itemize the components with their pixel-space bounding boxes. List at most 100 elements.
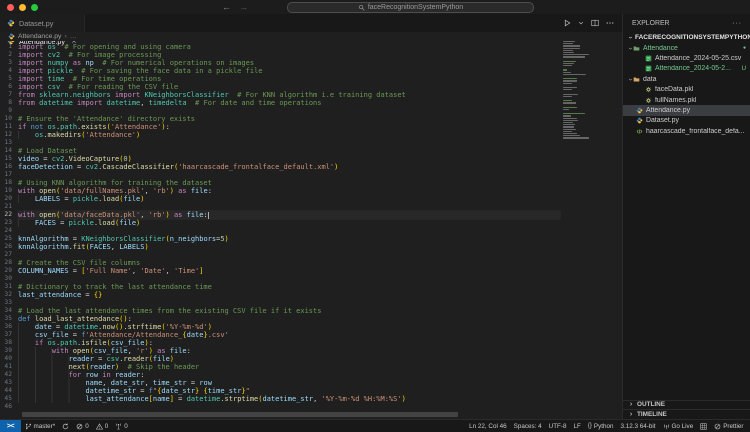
tree-item-attendance-2024-05-2[interactable]: Attendance_2024-05-2...U (623, 64, 750, 74)
go-live-button[interactable]: Go Live (659, 420, 697, 432)
split-editor-button[interactable] (591, 19, 599, 27)
horizontal-scrollbar[interactable] (22, 412, 458, 417)
code-line-40: 40 reader = csv.reader(file) (0, 355, 560, 363)
prettier-status[interactable]: Prettier (711, 420, 747, 432)
root-folder-label: FACERECOGNITIONSYSTEMPYTHON (635, 34, 750, 41)
remote-indicator[interactable]: >< (0, 420, 21, 432)
tab-bar: Dataset.pyAttendance.py (0, 14, 622, 32)
explorer-more-actions-button[interactable]: ··· (732, 20, 742, 27)
branch-icon (25, 423, 32, 430)
code-line-32: 32last_attendance = {} (0, 291, 560, 299)
section-timeline[interactable]: ›TIMELINE (623, 409, 750, 419)
python-interpreter[interactable]: 3.12.3 64-bit (617, 420, 659, 432)
close-window-button[interactable] (7, 4, 14, 11)
tree-item-haarcascade-frontalface-defa[interactable]: haarcascade_frontalface_defa... (623, 126, 750, 136)
line-number: 19 (0, 187, 18, 195)
eol-status[interactable]: LF (570, 420, 584, 432)
python-file-icon (8, 33, 15, 40)
code-line-9: 9 (0, 107, 560, 115)
forward-arrow-icon[interactable]: → (239, 2, 248, 12)
minimap-line (563, 80, 577, 81)
line-number: 6 (0, 83, 18, 91)
line-number: 34 (0, 307, 18, 315)
line-number: 9 (0, 107, 18, 115)
line-number: 20 (0, 195, 18, 203)
line-number: 29 (0, 267, 18, 275)
command-center-label: faceRecognitionSystemPython (368, 4, 463, 11)
status-label: 0 (105, 423, 109, 430)
sync-changes-button[interactable] (59, 420, 73, 432)
line-number: 13 (0, 139, 18, 147)
code-line-22: 22with open('data/faceData.pkl', 'rb') a… (0, 211, 560, 219)
tab-dataset-py[interactable]: Dataset.py (0, 14, 85, 32)
line-number: 15 (0, 155, 18, 163)
breadcrumb-file[interactable]: Attendance.py (18, 33, 61, 40)
chevron-down-icon: › (627, 35, 634, 41)
tree-item-data[interactable]: ›data (623, 74, 750, 84)
line-number: 46 (0, 403, 18, 411)
line-number: 16 (0, 163, 18, 171)
editor-more-actions-button[interactable] (606, 19, 614, 27)
code-line-4: 4import pickle # For saving the face dat… (0, 67, 560, 75)
minimap-line (563, 124, 575, 125)
code-line-25: 25knnAlgorithm = KNeighborsClassifier(n_… (0, 235, 560, 243)
modified-dot-badge: ● (743, 45, 746, 51)
cursor-position[interactable]: Ln 22, Col 46 (466, 420, 510, 432)
minimap-line (563, 89, 572, 90)
code-line-45: 45 last_attendance[name] = datetime.strp… (0, 395, 560, 403)
tree-item-facedata-pkl[interactable]: faceData.pkl (623, 85, 750, 95)
command-center-search[interactable]: faceRecognitionSystemPython (287, 2, 534, 13)
tree-item-attendance-py[interactable]: Attendance.py (623, 105, 750, 115)
code-line-31: 31# Dictionary to track the last attenda… (0, 283, 560, 291)
run-python-file-button[interactable] (563, 19, 571, 27)
tree-item-dataset-py[interactable]: Dataset.py (623, 116, 750, 126)
line-number: 11 (0, 123, 18, 131)
indentation-status[interactable]: Spaces: 4 (510, 420, 545, 432)
tree-item-label: haarcascade_frontalface_defa... (646, 128, 746, 135)
chevron-right-icon: › (628, 411, 634, 418)
tree-item-attendance[interactable]: ›Attendance● (623, 43, 750, 53)
zoom-window-button[interactable] (31, 4, 38, 11)
explorer-root-folder[interactable]: › FACERECOGNITIONSYSTEMPYTHON (623, 32, 750, 43)
git-branch-status[interactable]: master* (21, 420, 59, 432)
minimap-line (563, 43, 573, 44)
gear-icon (645, 86, 652, 93)
extension-grid-button[interactable] (697, 420, 711, 432)
window-controls (7, 4, 38, 11)
xml-icon (636, 128, 643, 135)
gear-icon (645, 97, 652, 104)
tree-item-label: faceData.pkl (655, 86, 746, 93)
minimap-line (563, 74, 586, 75)
back-arrow-icon[interactable]: ← (222, 2, 231, 12)
code-editor[interactable]: 1import os # For opening and using camer… (0, 41, 622, 419)
section-outline[interactable]: ›OUTLINE (623, 400, 750, 410)
encoding-status[interactable]: UTF-8 (545, 420, 570, 432)
search-icon (358, 4, 365, 11)
minimap-line (563, 122, 573, 123)
breadcrumb-more[interactable]: … (70, 33, 77, 40)
minimap-line (563, 94, 578, 95)
code-line-11: 11if not os.path.exists('Attendance'): (0, 123, 560, 131)
warnings-count[interactable]: 0 (92, 420, 112, 432)
errors-count[interactable]: 0 (73, 420, 93, 432)
status-label: Prettier (723, 423, 743, 430)
tree-item-fullnames-pkl[interactable]: fullNames.pkl (623, 95, 750, 105)
ports-status[interactable]: 0 (112, 420, 132, 432)
tree-item-attendance-2024-05-25-csv[interactable]: Attendance_2024-05-25.csv (623, 53, 750, 63)
line-number: 33 (0, 299, 18, 307)
line-number: 21 (0, 203, 18, 211)
editor-column: Dataset.pyAttendance.py Attendance.py › … (0, 14, 622, 419)
warning-icon (96, 423, 103, 430)
tree-item-label: Attendance_2024-05-25.csv (655, 55, 746, 62)
line-number: 28 (0, 259, 18, 267)
language-mode[interactable]: {}Python (584, 420, 617, 432)
run-options-button[interactable] (578, 20, 584, 26)
minimize-window-button[interactable] (19, 4, 26, 11)
breadcrumb[interactable]: Attendance.py › … (0, 32, 622, 41)
code-line-13: 13 (0, 139, 560, 147)
file-tree: ›Attendance● Attendance_2024-05-25.csv Att… (623, 43, 750, 137)
line-number: 2 (0, 51, 18, 59)
code-line-36: 36 date = datetime.now().strftime('%Y-%m… (0, 323, 560, 331)
minimap[interactable] (563, 41, 590, 142)
line-number: 35 (0, 315, 18, 323)
